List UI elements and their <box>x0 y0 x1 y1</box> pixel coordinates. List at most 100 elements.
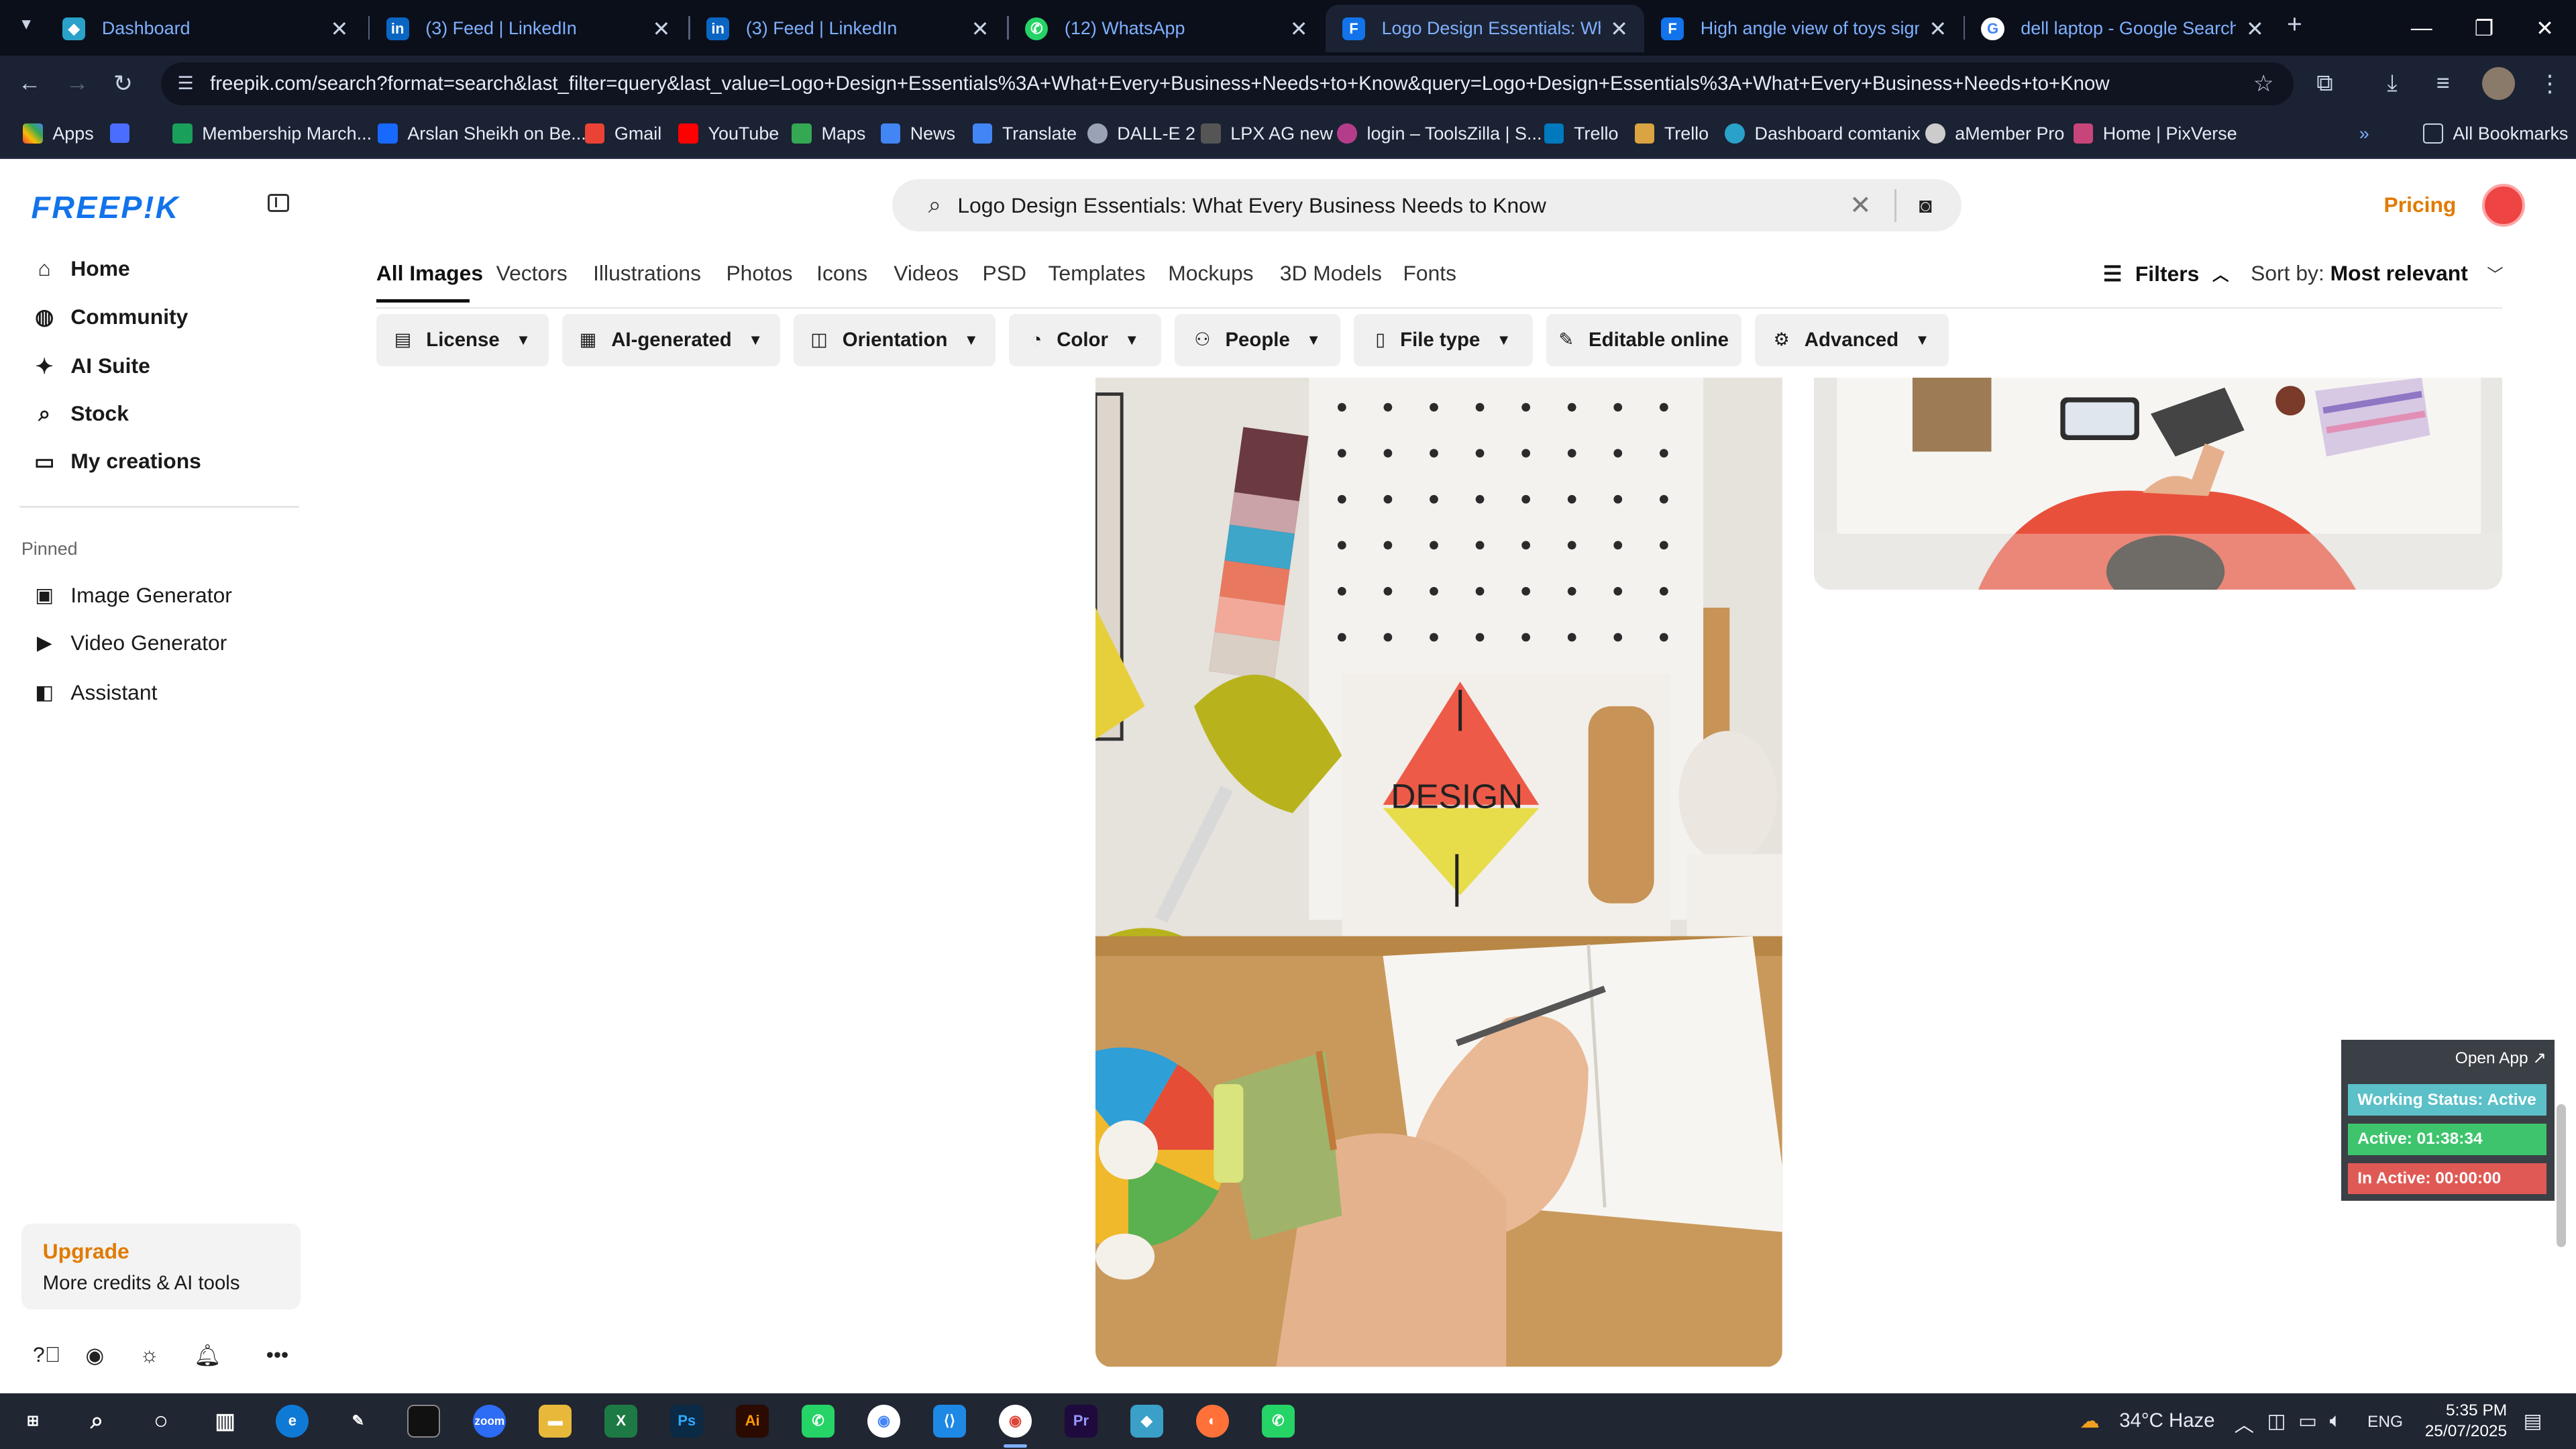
bookmark-gmail[interactable]: Gmail <box>584 123 661 144</box>
browser-tab-whatsapp[interactable]: ✆ (12) WhatsApp ✕ <box>1009 5 1324 52</box>
back-icon[interactable]: ← <box>18 70 41 97</box>
tab-templates[interactable]: Templates <box>1048 261 1145 286</box>
task-view-icon[interactable]: ▥ <box>209 1405 241 1438</box>
tab-fonts[interactable]: Fonts <box>1403 261 1456 286</box>
close-icon[interactable]: ✕ <box>1929 16 1947 42</box>
search-icon[interactable]: ⌕ <box>80 1405 113 1438</box>
bookmark-amember[interactable]: aMember Pro <box>1925 123 2064 144</box>
pinned-image-generator[interactable]: ▣ Image Generator <box>33 583 232 608</box>
upgrade-card[interactable]: Upgrade More credits & AI tools <box>21 1224 301 1309</box>
bookmark-trello[interactable]: Trello <box>1544 123 1618 144</box>
sidebar-item-stock[interactable]: ⌕ Stock <box>33 401 129 427</box>
excel-icon[interactable]: X <box>604 1404 638 1438</box>
tab-all-images[interactable]: All Images <box>376 261 483 286</box>
bookmark-toolszilla[interactable]: login – ToolsZilla | S... <box>1337 123 1542 144</box>
tab-illustrations[interactable]: Illustrations <box>593 261 701 286</box>
chrome-active-icon[interactable]: ◉ <box>998 1404 1032 1438</box>
bookmark-maps[interactable]: Maps <box>792 123 865 144</box>
premiere-icon[interactable]: Pr <box>1064 1404 1097 1438</box>
system-clock[interactable]: 5:35 PM 25/07/2025 <box>2422 1400 2507 1443</box>
close-icon[interactable]: ✕ <box>2246 16 2264 42</box>
filter-editable-online[interactable]: ✎ Editable online <box>1546 313 1741 367</box>
browser-tab-linkedin[interactable]: in (3) Feed | LinkedIn ✕ <box>370 5 687 52</box>
media-control-icon[interactable]: ≡ <box>2436 70 2450 97</box>
tab-mockups[interactable]: Mockups <box>1168 261 1253 286</box>
reload-icon[interactable]: ↻ <box>113 70 133 97</box>
photoshop-icon[interactable]: Ps <box>670 1404 704 1438</box>
close-icon[interactable]: ✕ <box>653 16 671 42</box>
close-icon[interactable]: ✕ <box>331 16 349 42</box>
sort-dropdown[interactable]: Sort by: Most relevant ﹀ <box>2251 261 2504 286</box>
bookmark-star-icon[interactable]: ☆ <box>2253 70 2274 97</box>
bookmark-comtanix[interactable]: Dashboard comtanix <box>1725 123 1920 144</box>
download-icon[interactable]: ⤓ <box>2387 70 2397 97</box>
phone-app-icon[interactable]: ✆ <box>1261 1404 1295 1438</box>
filter-advanced[interactable]: ⚙ Advanced ▼ <box>1754 313 1949 367</box>
sidebar-collapse-icon[interactable] <box>268 193 289 212</box>
bookmark-dalle[interactable]: DALL-E 2 <box>1087 123 1195 144</box>
sidebar-item-my-creations[interactable]: ▭ My creations <box>33 449 201 474</box>
minimize-icon[interactable]: — <box>2390 0 2453 56</box>
forward-icon[interactable]: → <box>66 70 89 97</box>
filters-toggle[interactable]: ☰ Filters ︿ <box>2103 261 2229 286</box>
app-icon[interactable]: ◆ <box>1130 1404 1163 1438</box>
bookmark-trello-2[interactable]: Trello <box>1634 123 1709 144</box>
sidebar-item-community[interactable]: ◍ Community <box>33 304 188 329</box>
close-icon[interactable]: ✕ <box>1290 16 1308 42</box>
filter-license[interactable]: ▤ License ▼ <box>376 313 549 367</box>
filter-color[interactable]: ◔ Color ▼ <box>1008 313 1162 367</box>
volume-icon[interactable]: 🔈︎ <box>2330 1409 2342 1432</box>
illustrator-icon[interactable]: Ai <box>736 1404 769 1438</box>
zoom-icon[interactable]: zoom <box>473 1404 506 1438</box>
browser-tab-freepik-active[interactable]: F Logo Design Essentials: What E ✕ <box>1326 5 1645 53</box>
profile-avatar[interactable] <box>2482 67 2516 101</box>
edge-icon[interactable]: e <box>276 1404 309 1438</box>
pen-tool-icon[interactable]: ✎ <box>341 1405 374 1438</box>
bookmark-translate[interactable]: Translate <box>972 123 1077 144</box>
restore-icon[interactable]: ❐ <box>2453 0 2515 56</box>
notifications-icon[interactable]: 🔔︎ <box>194 1342 221 1368</box>
pinned-video-generator[interactable]: ▶ Video Generator <box>33 631 227 655</box>
bookmark-grid[interactable] <box>110 123 140 144</box>
sidebar-item-ai-suite[interactable]: ✦ AI Suite <box>33 354 150 379</box>
tab-search-icon[interactable]: ▾ <box>10 13 43 43</box>
more-bookmarks-icon[interactable]: » <box>2359 123 2369 144</box>
windows-start-icon[interactable]: ⊞ <box>16 1405 49 1438</box>
browser-tab-linkedin-2[interactable]: in (3) Feed | LinkedIn ✕ <box>690 5 1006 52</box>
page-scrollbar[interactable] <box>2556 1104 2567 1247</box>
camera-search-icon[interactable]: ◙ <box>1919 193 1932 218</box>
weather-text[interactable]: 34°C Haze <box>2119 1409 2214 1432</box>
browser-tab-google[interactable]: G dell laptop - Google Search ✕ <box>1965 5 2280 52</box>
close-icon[interactable]: ✕ <box>1610 16 1628 42</box>
tab-psd[interactable]: PSD <box>983 261 1026 286</box>
extensions-icon[interactable]: ⧉ <box>2316 70 2332 97</box>
result-image-designer-topdown[interactable] <box>1813 378 2502 590</box>
address-bar[interactable]: ☰ freepik.com/search?format=search&last_… <box>161 62 2294 105</box>
open-app-link[interactable]: Open App ↗ <box>2455 1048 2546 1068</box>
bookmark-youtube[interactable]: YouTube <box>678 123 779 144</box>
search-bar[interactable]: ⌕ Logo Design Essentials: What Every Bus… <box>892 178 1962 232</box>
file-explorer-icon[interactable]: ▬ <box>539 1404 572 1438</box>
terminal-icon[interactable] <box>407 1404 441 1438</box>
tab-icons[interactable]: Icons <box>816 261 867 286</box>
tray-expand-icon[interactable]: ︿ <box>2235 1409 2254 1438</box>
pinned-assistant[interactable]: ◧ Assistant <box>33 680 157 705</box>
kebab-menu-icon[interactable]: ⋮ <box>2538 70 2561 97</box>
close-icon[interactable]: ✕ <box>971 16 989 42</box>
browser-tab-freepik-toys[interactable]: F High angle view of toys sign | F ✕ <box>1644 5 1963 52</box>
bookmark-pixverse[interactable]: Home | PixVerse <box>2073 123 2237 144</box>
bookmark-membership[interactable]: Membership March... <box>172 123 372 144</box>
sidebar-item-home[interactable]: ⌂ Home <box>33 256 129 281</box>
bookmark-apps[interactable]: Apps <box>23 123 94 144</box>
all-bookmarks[interactable]: All Bookmarks <box>2423 123 2568 144</box>
tab-videos[interactable]: Videos <box>894 261 959 286</box>
chrome-icon[interactable]: ◉ <box>867 1404 901 1438</box>
vscode-icon[interactable]: ⟨⟩ <box>933 1404 966 1438</box>
phone-app-icon[interactable]: ✆ <box>802 1404 835 1438</box>
theme-toggle-icon[interactable]: ☼ <box>140 1342 159 1367</box>
help-icon[interactable]: ?⃝ <box>33 1342 61 1367</box>
filter-file-type[interactable]: ▯ File type ▼ <box>1353 313 1533 367</box>
discord-icon[interactable]: ◉ <box>85 1342 104 1368</box>
clear-search-icon[interactable]: ✕ <box>1849 191 1872 221</box>
bookmark-behance[interactable]: Arslan Sheikh on Be... <box>378 123 586 144</box>
